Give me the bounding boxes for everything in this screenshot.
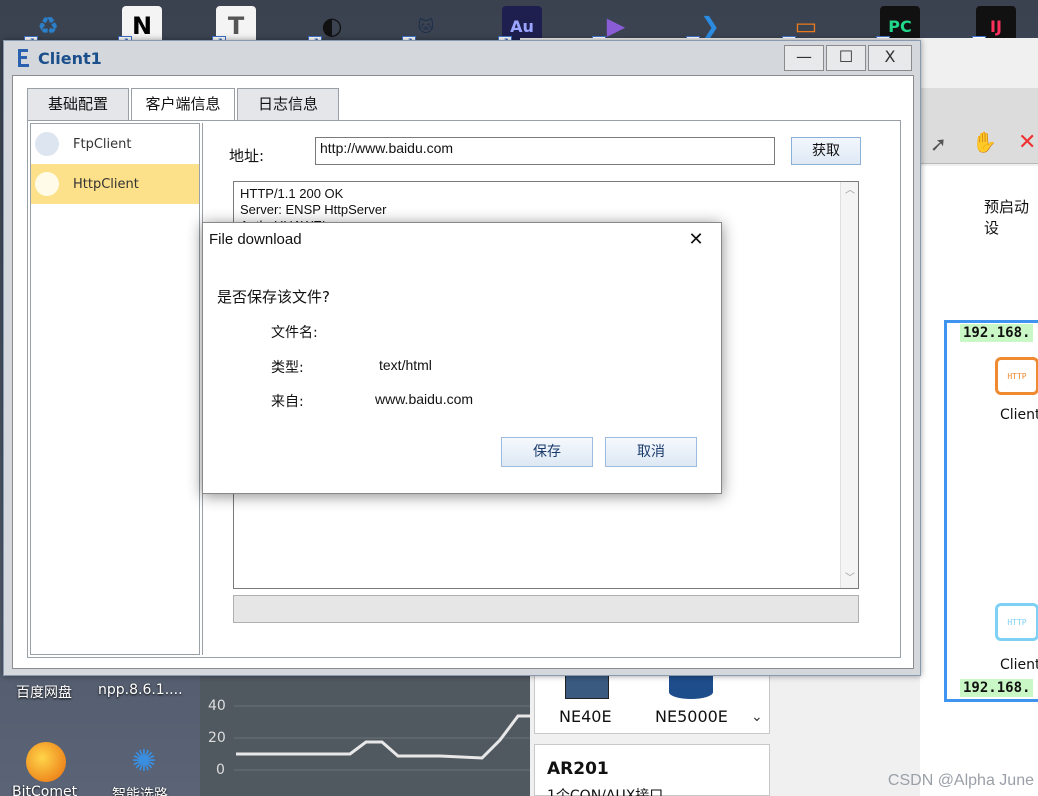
pointer-icon[interactable]: ➚ [930, 132, 947, 156]
prestart-label: 预启动设 [984, 198, 1030, 237]
sidebar-item-label: HttpClient [73, 176, 139, 192]
window-title: Client1 [38, 49, 102, 68]
client-type-list: FtpClient HttpClient [30, 123, 200, 655]
from-value: www.baidu.com [375, 391, 474, 407]
dialog-close-icon[interactable]: ✕ [681, 227, 711, 253]
scroll-up-icon[interactable]: ︿ [841, 182, 858, 200]
ip-label-top: 192.168. [960, 324, 1034, 342]
device-ne5000e[interactable]: NE5000E [655, 707, 728, 726]
icon-glyph: ❯ [699, 12, 721, 40]
address-input[interactable]: http://www.baidu.com [315, 137, 775, 165]
file-download-dialog: File download ✕ 是否保存该文件? 文件名: 类型: text/h… [202, 222, 722, 494]
tab-log-info[interactable]: 日志信息 [237, 88, 339, 120]
cancel-button[interactable]: 取消 [605, 437, 697, 467]
icon-glyph: PC [888, 16, 912, 36]
icon-glyph: T [227, 12, 245, 40]
sidebar-item-ftpclient[interactable]: FtpClient [31, 124, 199, 164]
bitcomet-icon[interactable] [26, 742, 66, 782]
chevron-down-icon[interactable]: ⌄ [751, 709, 763, 725]
desktop-label-bitcomet[interactable]: BitComet [12, 784, 77, 796]
tab-client-info[interactable]: 客户端信息 [131, 88, 235, 120]
smart-routing-icon[interactable]: ✺ [124, 742, 164, 782]
output-line: HTTP/1.1 200 OK [240, 186, 344, 201]
ensp-toolbar: ➚ ✋ ✕ [920, 88, 1038, 164]
device-description: 1个CON/AUX接口 [547, 788, 664, 796]
maximize-button[interactable]: ☐ [826, 45, 866, 71]
ip-label-bottom: 192.168. [960, 679, 1034, 697]
icon-glyph: N [131, 12, 153, 40]
output-scrollbar[interactable]: ︿ ﹀ [840, 182, 858, 588]
http-client-device-top[interactable]: HTTP [995, 357, 1038, 395]
output-line: Server: ENSP HttpServer [240, 202, 387, 217]
tab-basic-config[interactable]: 基础配置 [27, 88, 129, 120]
icon-glyph: Au [510, 16, 534, 36]
icon-glyph: 🐱 [417, 16, 435, 36]
dialog-question: 是否保存该文件? [217, 288, 330, 306]
device-title: AR201 [547, 759, 609, 779]
icon-glyph: IJ [990, 16, 1002, 36]
circle-icon [35, 132, 59, 156]
app-icon [18, 49, 29, 67]
device-panel: NE40E NE5000E ⌄ [534, 665, 770, 734]
desktop-label-smart-routing[interactable]: 智能选路 [112, 784, 168, 796]
performance-chart: 40 20 0 [200, 670, 530, 796]
icon-glyph: ▭ [794, 12, 818, 40]
http-client-device-bottom[interactable]: HTTP [995, 603, 1038, 641]
topology-group-box: 192.168. HTTP Client HTTP Client 192.168… [944, 320, 1038, 702]
sidebar-item-httpclient[interactable]: HttpClient [31, 164, 199, 204]
close-button[interactable]: X [868, 45, 912, 71]
chart-plot [234, 705, 530, 771]
filename-label: 文件名: [271, 325, 318, 341]
desktop-label-npp[interactable]: npp.8.6.1.... [98, 682, 183, 698]
sidebar-item-label: FtpClient [73, 136, 132, 152]
hand-icon[interactable]: ✋ [972, 130, 997, 154]
dialog-title: File download [209, 231, 302, 248]
icon-glyph: ◐ [321, 12, 343, 40]
desktop-label-baidu[interactable]: 百度网盘 [16, 682, 72, 702]
type-value: text/html [379, 357, 432, 373]
chart-series-line [236, 714, 530, 760]
address-label: 地址: [229, 147, 265, 165]
delete-icon[interactable]: ✕ [1018, 130, 1036, 155]
status-bar [233, 595, 859, 623]
scroll-down-icon[interactable]: ﹀ [841, 570, 858, 588]
from-label: 来自: [271, 394, 304, 410]
watermark: CSDN @Alpha June [887, 772, 1034, 789]
circle-icon [35, 172, 59, 196]
icon-glyph: ♻ [37, 12, 59, 40]
client-label-bottom: Client [1000, 657, 1038, 673]
type-label: 类型: [271, 360, 304, 376]
title-bar[interactable]: Client1 — ☐ X [4, 41, 920, 75]
save-button[interactable]: 保存 [501, 437, 593, 467]
device-description-panel: AR201 1个CON/AUX接口 [534, 744, 770, 796]
icon-glyph: ▶ [606, 12, 626, 40]
client-label-top: Client [1000, 407, 1038, 423]
minimize-button[interactable]: — [784, 45, 824, 71]
device-ne40e[interactable]: NE40E [559, 707, 612, 726]
fetch-button[interactable]: 获取 [791, 137, 861, 165]
